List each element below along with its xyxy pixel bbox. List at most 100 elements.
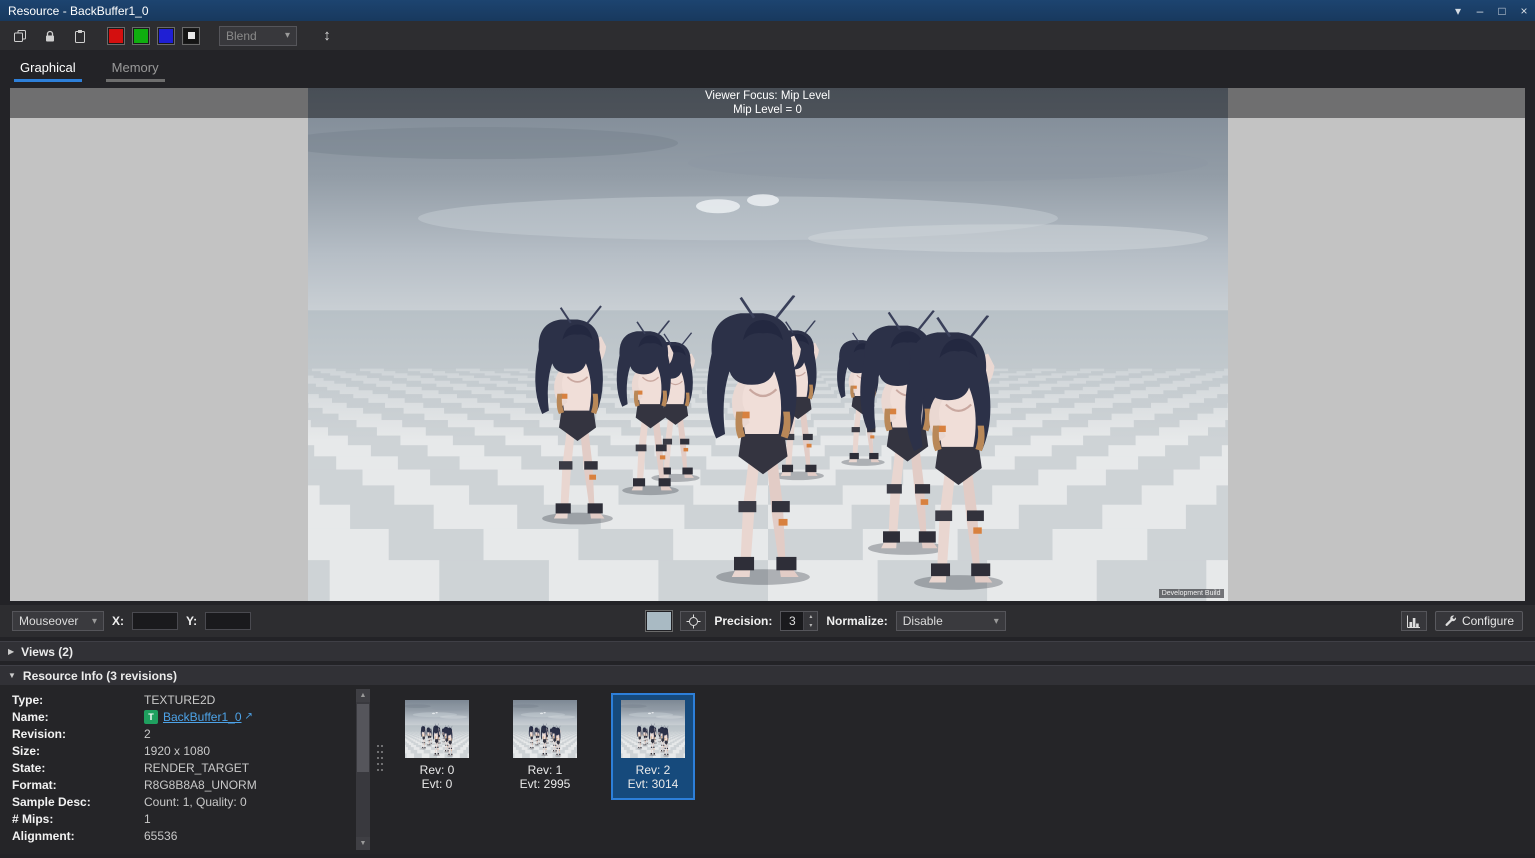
texture-resource-icon: T: [144, 710, 158, 724]
minimize-icon[interactable]: –: [1469, 0, 1491, 21]
dock-menu-icon[interactable]: ▾: [1447, 0, 1469, 21]
revision-1-image: [513, 700, 577, 758]
tab-graphical-label: Graphical: [20, 60, 76, 75]
clipboard-icon: [73, 29, 87, 43]
red-channel-toggle[interactable]: [108, 28, 124, 44]
display-settings-group: Precision: ▴ ▾ Normalize: Disable ▾: [646, 611, 1005, 631]
alpha-channel-toggle[interactable]: [183, 28, 199, 44]
copy-icon: [13, 29, 27, 43]
revision-2-image: [621, 700, 685, 758]
caret-down-icon: ▾: [285, 30, 290, 41]
lock-icon: [43, 29, 57, 43]
revision-thumbnails: Rev: 0 Evt: 0 Rev: 1 Evt: 2995 Rev: 2 Ev…: [395, 693, 695, 800]
resource-name-link[interactable]: BackBuffer1_0: [163, 710, 242, 724]
prop-label: Size:: [12, 744, 144, 758]
prop-row-sample-desc: Sample Desc: Count: 1, Quality: 0: [12, 794, 348, 811]
y-coordinate-input[interactable]: [205, 612, 251, 630]
channel-toggles: [108, 28, 199, 44]
viewer-controls-bar: Mouseover ▾ X: Y: Precision: ▴ ▾: [0, 605, 1535, 637]
tab-memory-label: Memory: [112, 60, 159, 75]
prop-row-revision: Revision: 2: [12, 725, 348, 742]
blend-label: Blend: [226, 29, 257, 43]
resource-info-section-header[interactable]: ▼ Resource Info (3 revisions): [0, 665, 1535, 685]
histogram-icon: [1406, 614, 1421, 629]
prop-label: Type:: [12, 693, 144, 707]
prop-row-size: Size: 1920 x 1080: [12, 742, 348, 759]
lock-button[interactable]: [38, 25, 62, 47]
prop-row-alignment: Alignment: 65536: [12, 828, 348, 845]
window-controls: ▾ – □ ×: [1447, 0, 1535, 21]
properties-scrollbar[interactable]: ▲ ▼: [356, 689, 370, 850]
prop-label: Name:: [12, 710, 144, 724]
views-section-title: Views (2): [21, 645, 73, 659]
viewer-config-group: Configure: [1401, 611, 1523, 631]
pixel-mode-select[interactable]: Mouseover ▾: [12, 611, 104, 631]
pixel-crosshair-button[interactable]: [680, 611, 706, 631]
picked-color-swatch[interactable]: [646, 611, 672, 631]
blue-channel-toggle[interactable]: [158, 28, 174, 44]
prop-label: State:: [12, 761, 144, 775]
spinner-up-icon[interactable]: ▴: [804, 612, 817, 621]
x-coordinate-input[interactable]: [132, 612, 178, 630]
resource-window: Resource - BackBuffer1_0 ▾ – □ ×: [0, 0, 1535, 858]
precision-input[interactable]: [781, 612, 803, 630]
splitter-handle[interactable]: [377, 745, 385, 795]
view-tabs: Graphical Memory: [0, 50, 1535, 82]
development-build-watermark: Development Build: [1159, 589, 1224, 598]
prop-value: T BackBuffer1_0 ↗: [144, 710, 253, 724]
prop-label: Format:: [12, 778, 144, 792]
histogram-button[interactable]: [1401, 611, 1427, 631]
spinner-down-icon[interactable]: ▾: [804, 621, 817, 630]
external-link-icon: ↗: [245, 711, 253, 722]
scroll-down-icon[interactable]: ▼: [356, 837, 370, 850]
revision-label: Rev: 2: [636, 763, 671, 777]
texture-viewer[interactable]: Development Build Viewer Focus: Mip Leve…: [10, 88, 1525, 601]
revision-0-image: [405, 700, 469, 758]
tab-graphical[interactable]: Graphical: [14, 55, 82, 82]
normalize-select[interactable]: Disable ▾: [896, 611, 1006, 631]
prop-value: Count: 1, Quality: 0: [144, 795, 247, 809]
prop-row-name: Name: T BackBuffer1_0 ↗: [12, 708, 348, 725]
viewer-focus-line1: Viewer Focus: Mip Level: [705, 89, 830, 103]
flip-vertical-button[interactable]: ↕: [315, 25, 339, 47]
prop-value: RENDER_TARGET: [144, 761, 249, 775]
configure-label: Configure: [1462, 614, 1514, 628]
prop-label: Revision:: [12, 727, 144, 741]
normalize-value: Disable: [903, 614, 943, 628]
rendered-scene: [308, 88, 1228, 601]
green-channel-toggle[interactable]: [133, 28, 149, 44]
texture-image[interactable]: Development Build: [308, 88, 1228, 601]
viewer-focus-line2: Mip Level = 0: [733, 103, 802, 117]
close-icon[interactable]: ×: [1513, 0, 1535, 21]
prop-row-mips: # Mips: 1: [12, 811, 348, 828]
revision-thumbnail-1[interactable]: Rev: 1 Evt: 2995: [503, 693, 587, 800]
revision-label: Rev: 1: [528, 763, 563, 777]
views-section-header[interactable]: ▶ Views (2): [0, 641, 1535, 661]
expanded-arrow-icon: ▼: [8, 671, 16, 680]
save-clipboard-button[interactable]: [68, 25, 92, 47]
crosshair-icon: [686, 614, 701, 629]
pixel-mode-value: Mouseover: [19, 614, 78, 628]
prop-row-state: State: RENDER_TARGET: [12, 759, 348, 776]
prop-value: 65536: [144, 829, 177, 843]
event-label: Evt: 0: [422, 777, 453, 791]
revision-thumbnail-2-selected[interactable]: Rev: 2 Evt: 3014: [611, 693, 695, 800]
scrollbar-thumb[interactable]: [357, 704, 369, 772]
blend-mode-select[interactable]: Blend ▾: [219, 26, 297, 46]
configure-button[interactable]: Configure: [1435, 611, 1523, 631]
revision-thumbnail-0[interactable]: Rev: 0 Evt: 0: [395, 693, 479, 800]
maximize-icon[interactable]: □: [1491, 0, 1513, 21]
revision-label: Rev: 0: [420, 763, 455, 777]
window-title: Resource - BackBuffer1_0: [8, 4, 149, 18]
prop-label: Alignment:: [12, 829, 144, 843]
prop-value: 1: [144, 812, 151, 826]
titlebar[interactable]: Resource - BackBuffer1_0 ▾ – □ ×: [0, 0, 1535, 21]
prop-row-type: Type: TEXTURE2D: [12, 691, 348, 708]
precision-stepper[interactable]: ▴ ▾: [780, 611, 818, 631]
toolbar: Blend ▾ ↕: [0, 21, 1535, 50]
copy-resource-button[interactable]: [8, 25, 32, 47]
prop-value: 2: [144, 727, 151, 741]
alpha-icon: [188, 32, 195, 39]
tab-memory[interactable]: Memory: [106, 55, 165, 82]
scroll-up-icon[interactable]: ▲: [356, 689, 370, 702]
